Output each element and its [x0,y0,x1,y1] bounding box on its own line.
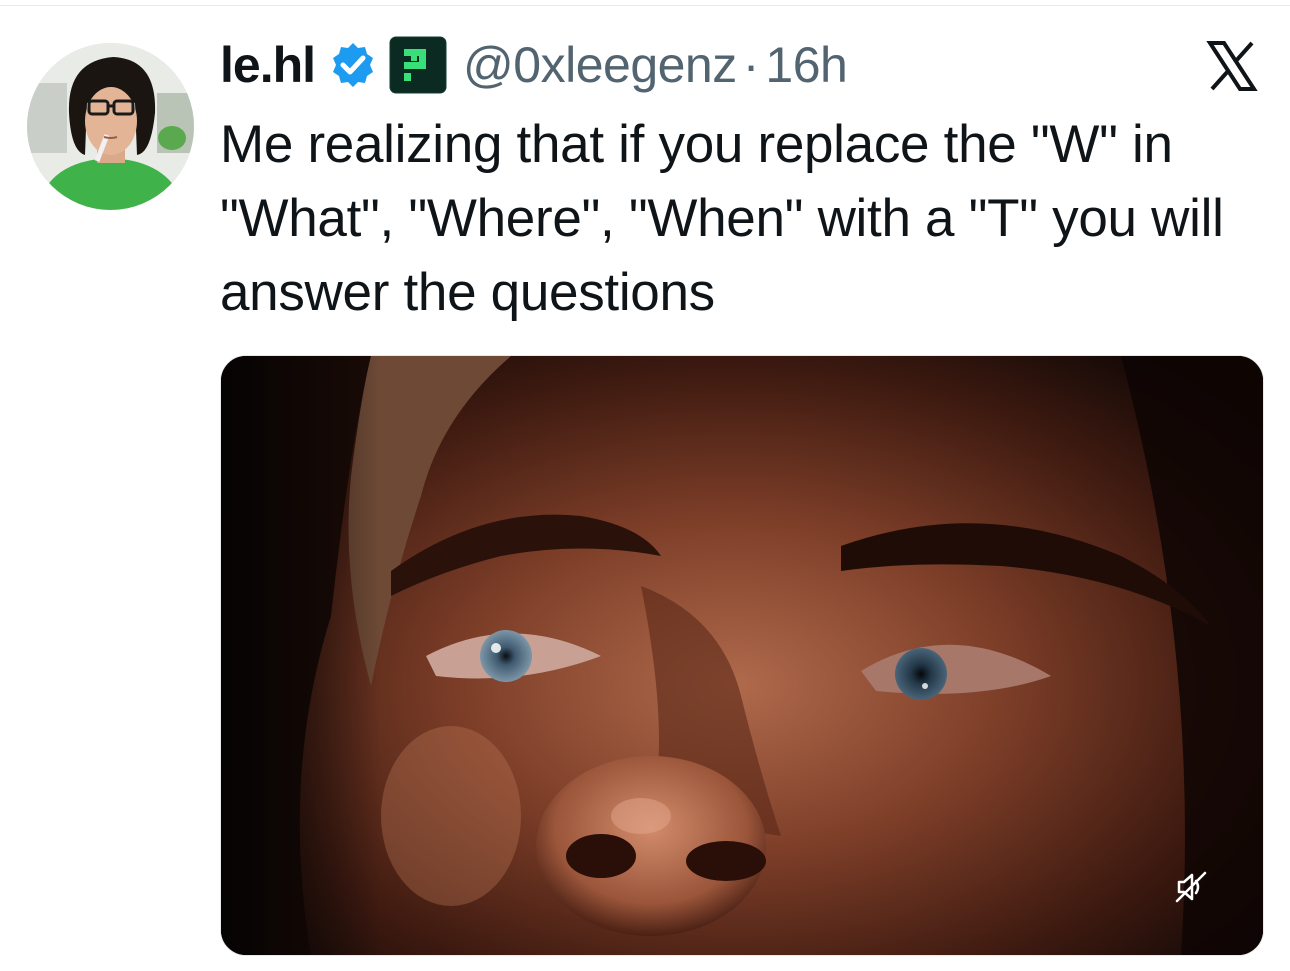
separator-dot: · [742,37,760,93]
affiliate-badge-icon[interactable] [389,36,447,94]
muted-speaker-icon[interactable] [1168,864,1214,910]
tweet-text: Me realizing that if you replace the "W"… [220,115,1224,322]
video-media[interactable] [220,355,1264,956]
verified-badge-icon [329,41,377,89]
handle[interactable]: @0xleegenz [463,36,737,94]
avatar[interactable] [27,43,194,210]
display-name[interactable]: le.hl [220,36,316,94]
divider [0,5,1290,6]
timestamp[interactable]: 16h [765,36,847,94]
x-logo-icon[interactable] [1206,40,1258,92]
tweet-card: le.hl @0xleegenz · 16h Me realizing that… [0,0,1290,971]
tweet-header: le.hl @0xleegenz · 16h [220,32,848,98]
